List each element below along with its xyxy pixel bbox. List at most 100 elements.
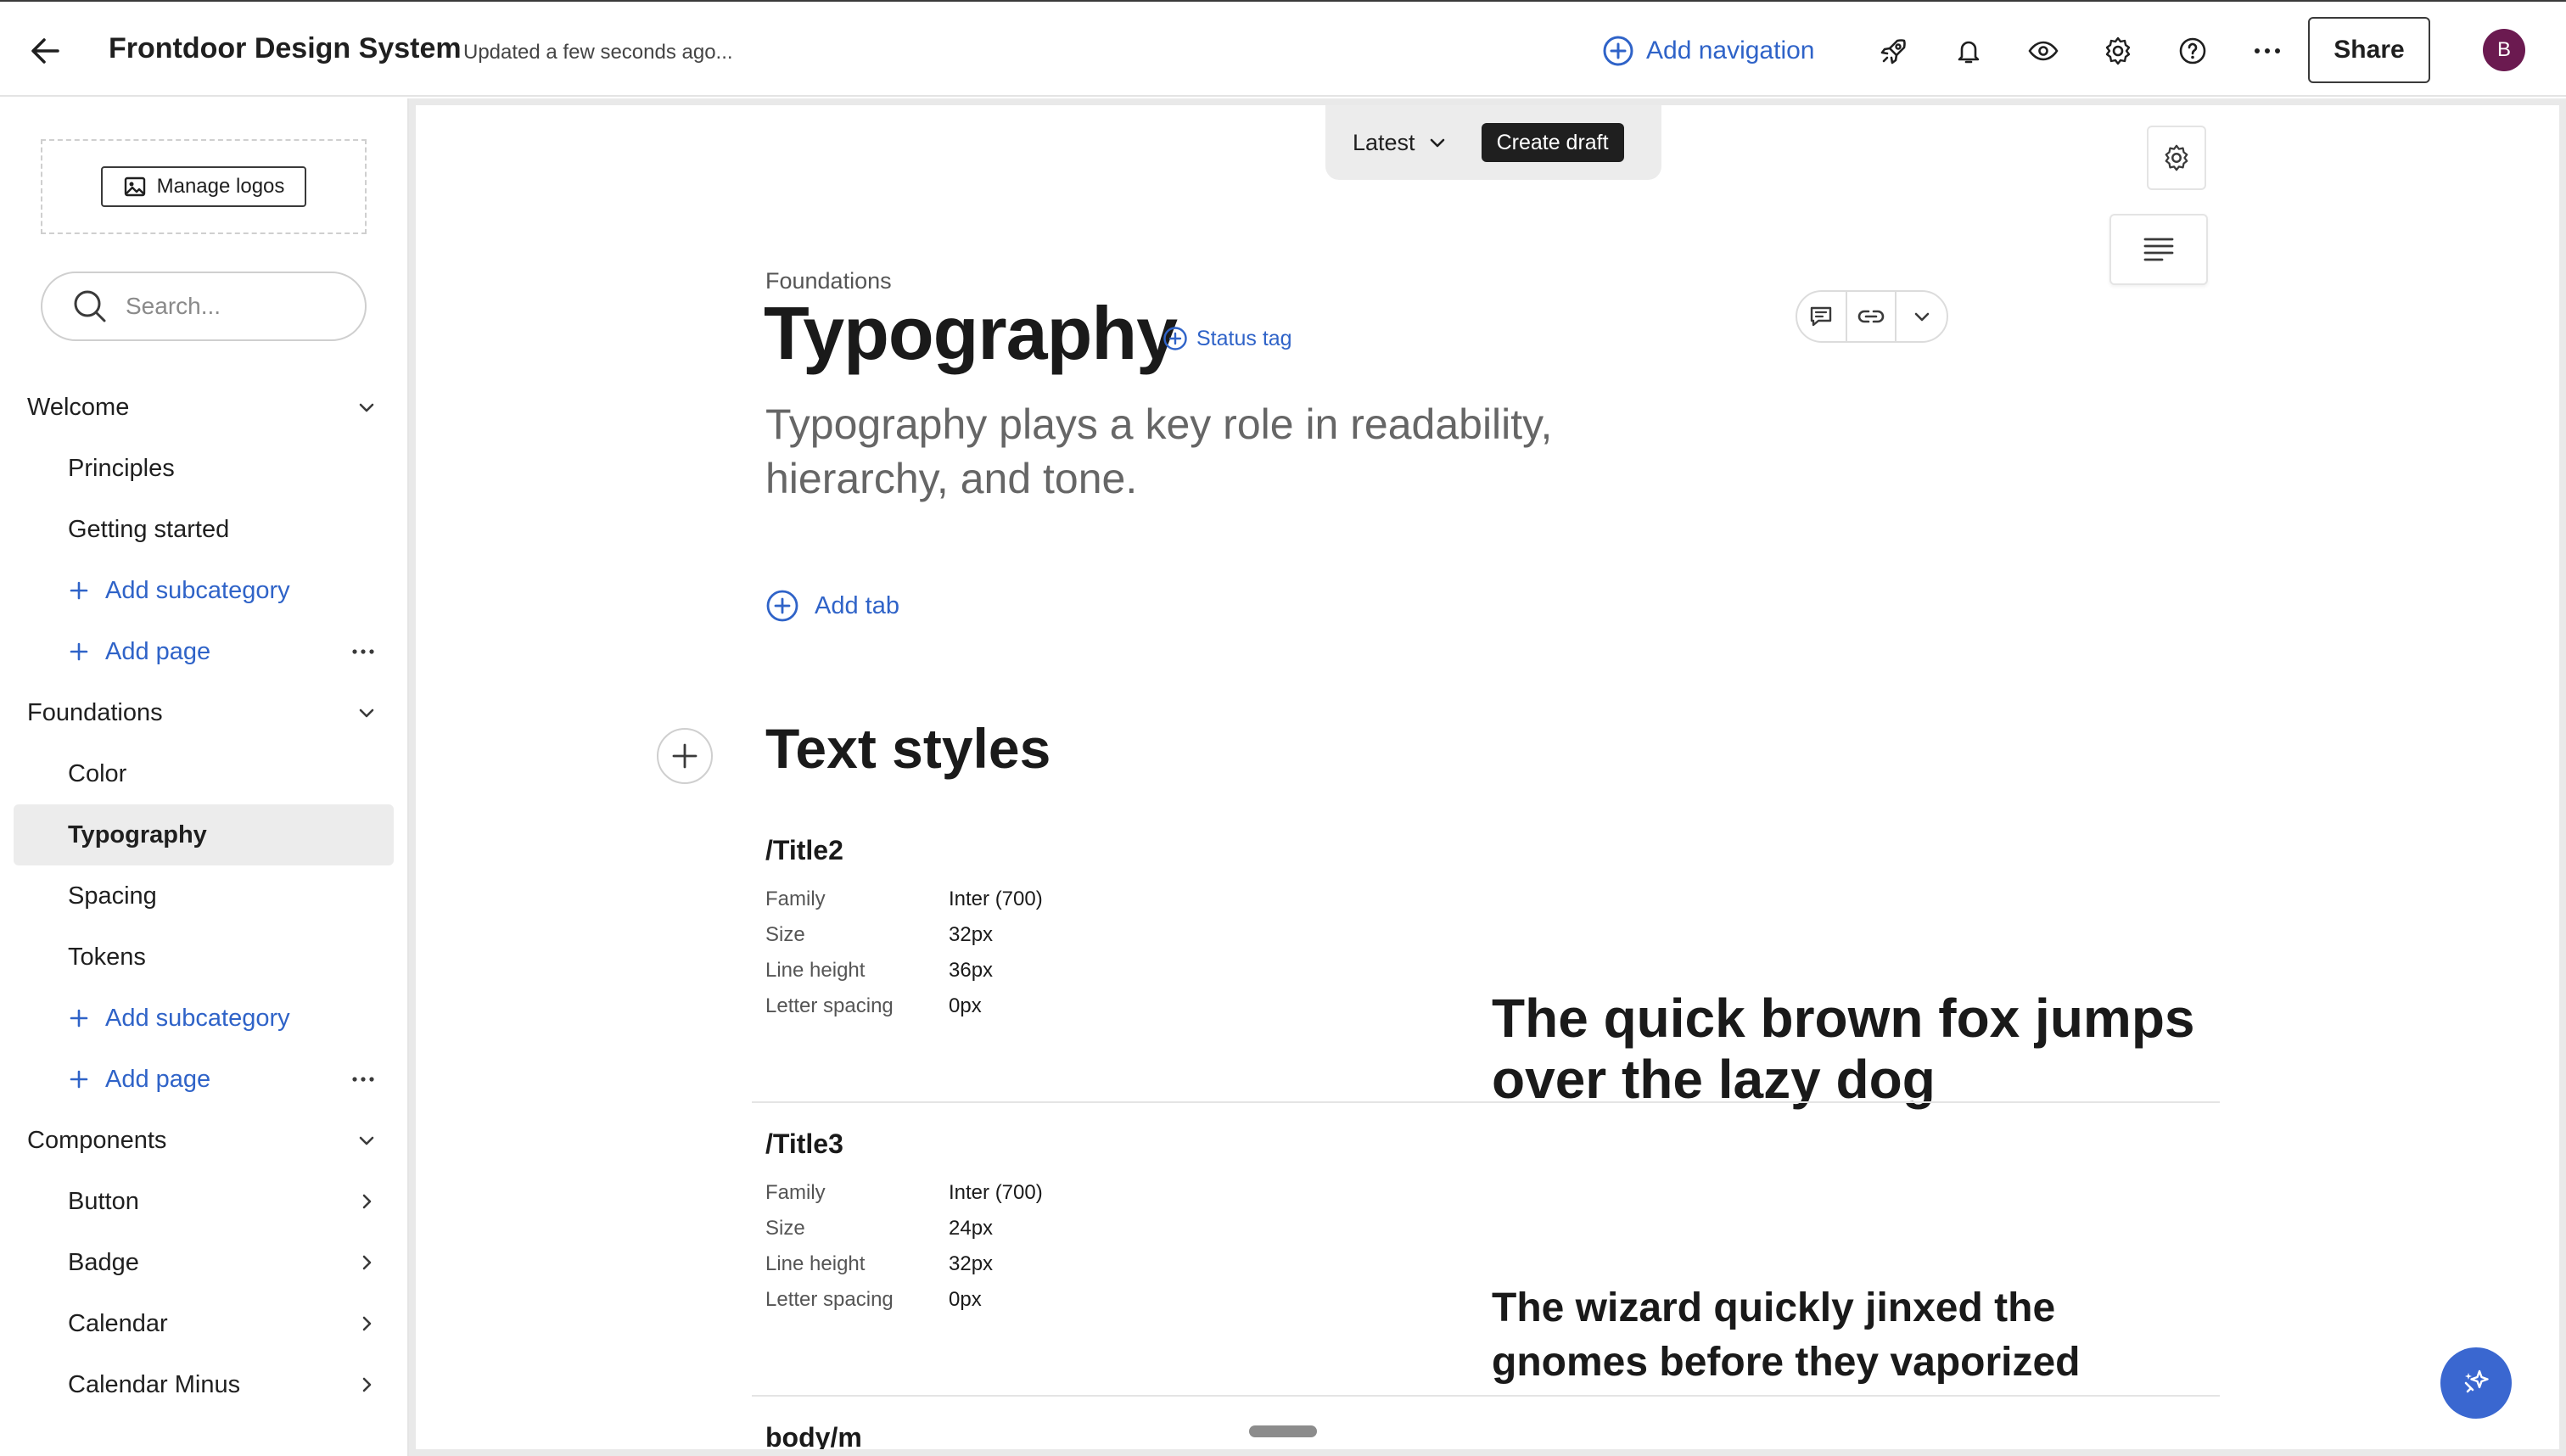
ai-assistant-button[interactable]: [2440, 1347, 2512, 1419]
share-button[interactable]: Share: [2308, 17, 2430, 83]
plus-circle-icon: [766, 590, 798, 622]
chevron-right-icon: [362, 1255, 372, 1270]
gear-icon[interactable]: [2099, 32, 2137, 70]
plus-circle-icon: [1163, 327, 1187, 350]
chevron-right-icon: [362, 1316, 372, 1331]
sidebar-item-calendar-minus[interactable]: Calendar Minus: [14, 1354, 394, 1415]
sidebar-category-components[interactable]: Components: [14, 1110, 394, 1171]
page-title: Typography: [764, 291, 1178, 375]
comment-button[interactable]: [1797, 292, 1847, 341]
sidebar-item-label: Calendar: [68, 1309, 168, 1337]
copy-link-button[interactable]: [1847, 292, 1897, 341]
spec-label: Size: [765, 923, 805, 946]
search-input[interactable]: [126, 293, 346, 320]
spec-value: Inter (700): [949, 1181, 1043, 1204]
spec-label: Size: [765, 1217, 805, 1240]
spec-label: Family: [765, 1181, 826, 1204]
spec-value: Inter (700): [949, 888, 1043, 910]
rocket-icon[interactable]: [1875, 32, 1913, 70]
plus-icon: [70, 581, 88, 600]
sidebar-item-label: Typography: [68, 820, 207, 848]
table-of-contents-button[interactable]: [2109, 214, 2208, 285]
spec-label: Line height: [765, 1252, 866, 1275]
back-arrow-icon[interactable]: [25, 31, 66, 71]
app-title: Frontdoor Design System: [109, 32, 462, 64]
more-icon[interactable]: [351, 648, 375, 655]
spec-row: Family Inter (700): [765, 882, 2208, 917]
bell-icon[interactable]: [1950, 32, 1987, 70]
spec-label: Family: [765, 888, 826, 910]
sidebar-item-calendar[interactable]: Calendar: [14, 1293, 394, 1354]
comment-icon: [1811, 306, 1832, 327]
text-style-block: body/m: [765, 1422, 2208, 1449]
sidebar-item-getting-started[interactable]: Getting started: [14, 499, 394, 560]
add-page-button[interactable]: Add page: [14, 1049, 394, 1110]
align-left-icon: [2143, 238, 2174, 261]
image-icon: [124, 176, 145, 197]
add-page-button[interactable]: Add page: [14, 621, 394, 682]
add-subcategory-button[interactable]: Add subcategory: [14, 560, 394, 621]
scroll-handle[interactable]: [1249, 1425, 1317, 1437]
add-block-button[interactable]: [657, 728, 713, 784]
spec-row: Family Inter (700): [765, 1175, 2208, 1211]
version-select[interactable]: Latest: [1353, 130, 1448, 156]
help-icon[interactable]: [2174, 32, 2211, 70]
block-options-button[interactable]: [1896, 292, 1947, 341]
sidebar-item-label: Calendar Minus: [68, 1370, 241, 1398]
sidebar-item-badge[interactable]: Badge: [14, 1232, 394, 1293]
plus-circle-icon: [1603, 36, 1633, 66]
sidebar-item-principles[interactable]: Principles: [14, 438, 394, 499]
search-icon: [74, 290, 106, 322]
sidebar-item-tokens[interactable]: Tokens: [14, 927, 394, 988]
spec-label: Letter spacing: [765, 994, 894, 1017]
status-tag-button[interactable]: Status tag: [1163, 326, 1292, 351]
chevron-right-icon: [362, 1377, 372, 1392]
block-toolbar: [1796, 290, 1948, 343]
spec-value: 0px: [949, 994, 982, 1017]
sidebar-item-typography[interactable]: Typography: [14, 804, 394, 865]
plus-icon: [672, 743, 698, 769]
sidebar-item-color[interactable]: Color: [14, 743, 394, 804]
section-title: Text styles: [765, 717, 1051, 780]
chevron-down-icon: [1430, 138, 1444, 148]
divider: [752, 1101, 2220, 1103]
style-sample: The quick brown fox jumps over the lazy …: [1492, 988, 2195, 1110]
top-bar: Frontdoor Design System Updated a few se…: [0, 0, 2566, 97]
add-navigation-button[interactable]: Add navigation: [1602, 31, 1815, 71]
manage-logos-label: Manage logos: [156, 175, 285, 198]
chevron-down-icon: [359, 403, 374, 412]
page-settings-button[interactable]: [2147, 126, 2206, 190]
chevron-down-icon: [359, 1136, 374, 1145]
add-navigation-label: Add navigation: [1646, 36, 1815, 64]
more-icon[interactable]: [351, 1076, 375, 1083]
page-description: Typography plays a key role in readabili…: [765, 400, 1553, 502]
sidebar-category-welcome[interactable]: Welcome: [14, 377, 394, 438]
sidebar-item-label: Getting started: [68, 515, 230, 543]
sidebar-item-label: Button: [68, 1187, 139, 1215]
search-box: [41, 272, 367, 341]
sidebar-category-foundations[interactable]: Foundations: [14, 682, 394, 743]
spec-value: 24px: [949, 1217, 994, 1240]
sidebar-item-label: Color: [68, 759, 127, 787]
eye-icon[interactable]: [2025, 32, 2062, 70]
add-tab-button[interactable]: Add tab: [765, 589, 899, 623]
sidebar-item-button[interactable]: Button: [14, 1171, 394, 1232]
spec-value: 0px: [949, 1288, 982, 1311]
sidebar-item-spacing[interactable]: Spacing: [14, 865, 394, 927]
sidebar: Manage logos Welcome Principles Getting …: [0, 98, 407, 1456]
more-icon[interactable]: [2249, 32, 2286, 70]
chevron-down-icon: [359, 708, 374, 718]
add-subcategory-button[interactable]: Add subcategory: [14, 988, 394, 1049]
text-style-block: /Title3 Family Inter (700) Size 24px Line …: [765, 1128, 2208, 1385]
logo-placeholder: Manage logos: [41, 139, 367, 234]
style-name: body/m: [765, 1422, 862, 1449]
gear-icon: [2165, 144, 2188, 171]
content-area: Latest Create draft Foundations Typograp…: [409, 98, 2566, 1456]
avatar[interactable]: B: [2483, 29, 2525, 71]
spec-value: 32px: [949, 923, 994, 946]
manage-logos-button[interactable]: Manage logos: [100, 166, 307, 207]
sidebar-category-label: Foundations: [27, 698, 163, 726]
create-draft-button[interactable]: Create draft: [1481, 123, 1624, 162]
version-label: Latest: [1353, 129, 1415, 155]
version-bar: Latest Create draft: [1325, 105, 1661, 180]
